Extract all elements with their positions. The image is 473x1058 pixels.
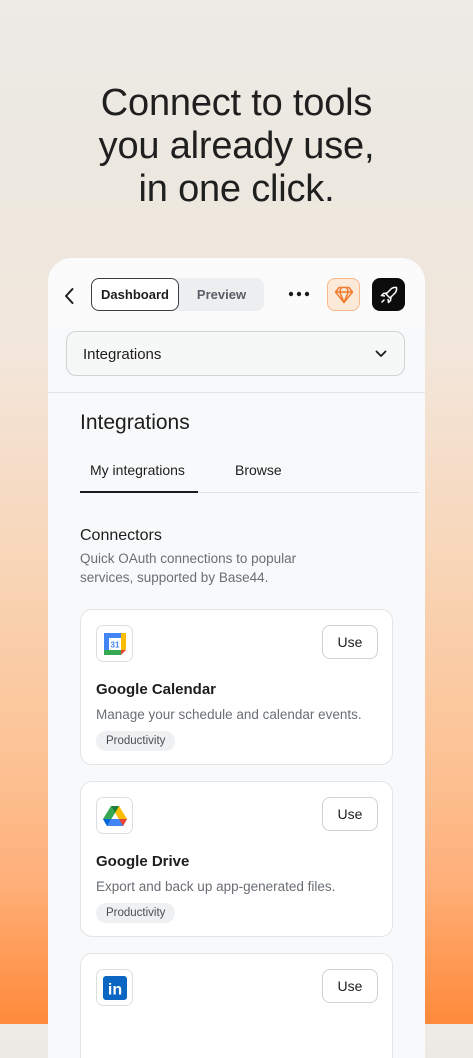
connectors-description: Quick OAuth connections to popular servi… (80, 551, 297, 585)
chevron-down-icon (375, 350, 387, 357)
connectors-heading: Connectors (80, 527, 162, 544)
preview-tab[interactable]: Preview (179, 278, 264, 311)
calendar-day-number: 31 (110, 640, 119, 649)
hero-headline: Connect to tools you already use, in one… (98, 82, 375, 210)
connector-name: Google Drive (96, 853, 190, 870)
connector-description: Export and back up app-generated files. (96, 879, 336, 894)
category-tag: Productivity (96, 731, 176, 751)
google-drive-icon (96, 797, 133, 834)
connector-card-linkedin: in Use (80, 953, 393, 1058)
upgrade-button[interactable] (327, 278, 360, 311)
back-chevron-icon (65, 288, 74, 304)
linkedin-icon: in (96, 969, 133, 1006)
connector-card-google-drive: Use Google Drive Export and back up app-… (80, 781, 393, 937)
google-calendar-icon: 31 (96, 625, 133, 662)
connector-name: Google Calendar (96, 681, 217, 698)
tab-browse[interactable]: Browse (235, 462, 282, 478)
section-title: Integrations (80, 411, 190, 434)
use-button[interactable]: Use (322, 797, 378, 831)
linkedin-logo-text: in (107, 981, 121, 998)
use-button[interactable]: Use (322, 969, 378, 1003)
tab-my-integrations[interactable]: My integrations (90, 462, 185, 478)
dashboard-tab[interactable]: Dashboard (91, 278, 179, 311)
more-dots-icon (288, 291, 310, 297)
use-button[interactable]: Use (322, 625, 378, 659)
back-button[interactable] (59, 283, 79, 309)
top-toolbar: Dashboard Preview (48, 258, 425, 328)
view-segmented-control: Dashboard Preview (91, 278, 264, 311)
category-tag: Productivity (96, 903, 176, 923)
page-select-value: Integrations (83, 346, 162, 363)
connector-card-google-calendar: 31 Use Google Calendar Manage your sched… (80, 609, 393, 765)
active-tab-indicator (80, 491, 198, 493)
rocket-icon (380, 286, 397, 303)
gem-icon (334, 286, 353, 303)
page-select-dropdown[interactable]: Integrations (66, 331, 405, 376)
divider (48, 392, 425, 393)
app-screen: Dashboard Preview Integrations Integrati… (48, 258, 425, 1058)
more-options-button[interactable] (288, 282, 310, 306)
publish-button[interactable] (372, 278, 405, 311)
connector-description: Manage your schedule and calendar events… (96, 707, 362, 722)
